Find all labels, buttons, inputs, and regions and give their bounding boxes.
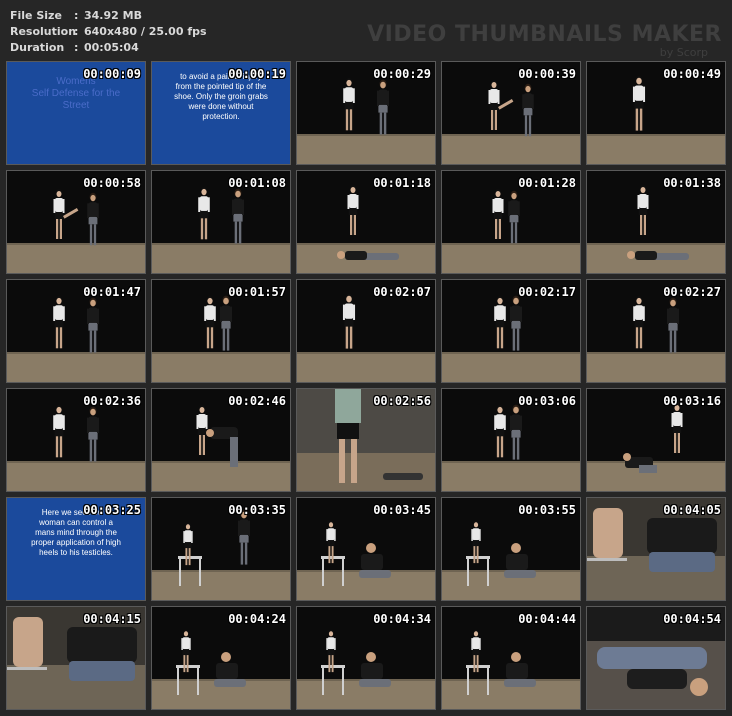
info-label: File Size bbox=[10, 9, 62, 22]
timestamp: 00:04:15 bbox=[83, 612, 141, 626]
timestamp: 00:01:28 bbox=[518, 176, 576, 190]
info-colon: : bbox=[74, 41, 79, 54]
info-value: 00:05:04 bbox=[84, 41, 139, 54]
thumbnail[interactable]: 00:02:17 bbox=[441, 279, 581, 383]
thumbnail[interactable]: to avoid a painful injury from the pointe… bbox=[151, 61, 291, 165]
timestamp: 00:01:47 bbox=[83, 285, 141, 299]
timestamp: 00:02:27 bbox=[663, 285, 721, 299]
timestamp: 00:00:39 bbox=[518, 67, 576, 81]
thumbnail[interactable]: Here we see how a woman can control a mans… bbox=[6, 497, 146, 601]
thumbnail[interactable]: 00:02:07 bbox=[296, 279, 436, 383]
brand-subtitle: by Scorp bbox=[659, 46, 708, 59]
thumbnail[interactable]: 00:04:44 bbox=[441, 606, 581, 710]
info-colon: : bbox=[74, 9, 79, 22]
thumbnail[interactable]: 00:01:28 bbox=[441, 170, 581, 274]
timestamp: 00:03:55 bbox=[518, 503, 576, 517]
timestamp: 00:02:46 bbox=[228, 394, 286, 408]
timestamp: 00:03:25 bbox=[83, 503, 141, 517]
brand-title: VIDEO THUMBNAILS MAKER bbox=[367, 22, 722, 47]
timestamp: 00:00:29 bbox=[373, 67, 431, 81]
timestamp: 00:04:44 bbox=[518, 612, 576, 626]
thumbnail[interactable]: 00:04:24 bbox=[151, 606, 291, 710]
thumbnail[interactable]: 00:00:58 bbox=[6, 170, 146, 274]
timestamp: 00:01:08 bbox=[228, 176, 286, 190]
info-value: 640x480 / 25.00 fps bbox=[84, 25, 207, 38]
timestamp: 00:02:36 bbox=[83, 394, 141, 408]
timestamp: 00:02:17 bbox=[518, 285, 576, 299]
timestamp: 00:03:16 bbox=[663, 394, 721, 408]
info-value: 34.92 MB bbox=[84, 9, 142, 22]
timestamp: 00:04:34 bbox=[373, 612, 431, 626]
info-resolution: Resolution: 640x480 / 25.00 fps bbox=[10, 25, 207, 41]
thumbnail[interactable]: 00:02:56 bbox=[296, 388, 436, 492]
timestamp: 00:03:06 bbox=[518, 394, 576, 408]
thumbnail[interactable]: 00:01:47 bbox=[6, 279, 146, 383]
timestamp: 00:03:35 bbox=[228, 503, 286, 517]
timestamp: 00:01:18 bbox=[373, 176, 431, 190]
thumbnail[interactable]: 00:04:05 bbox=[586, 497, 726, 601]
thumbnail[interactable]: 00:02:36 bbox=[6, 388, 146, 492]
timestamp: 00:02:07 bbox=[373, 285, 431, 299]
thumbnail[interactable]: 00:03:55 bbox=[441, 497, 581, 601]
thumbnail[interactable]: 00:00:49 bbox=[586, 61, 726, 165]
title-card-heading: Womens Self Defense for the Street bbox=[31, 76, 121, 111]
info-file-size: File Size:34.92 MB bbox=[10, 9, 142, 25]
thumbnail[interactable]: 00:01:18 bbox=[296, 170, 436, 274]
thumbnail[interactable]: 00:03:35 bbox=[151, 497, 291, 601]
timestamp: 00:00:19 bbox=[228, 67, 286, 81]
thumbnail[interactable]: 00:00:39 bbox=[441, 61, 581, 165]
timestamp: 00:01:57 bbox=[228, 285, 286, 299]
thumbnail[interactable]: 00:04:34 bbox=[296, 606, 436, 710]
timestamp: 00:03:45 bbox=[373, 503, 431, 517]
thumbnail[interactable]: Womens Self Defense for the Street 00:00:09 bbox=[6, 61, 146, 165]
timestamp: 00:02:56 bbox=[373, 394, 431, 408]
thumbnail[interactable]: 00:04:15 bbox=[6, 606, 146, 710]
thumbnail[interactable]: 00:02:46 bbox=[151, 388, 291, 492]
thumbnail[interactable]: 00:04:54 bbox=[586, 606, 726, 710]
timestamp: 00:00:58 bbox=[83, 176, 141, 190]
header: File Size:34.92 MB Resolution: 640x480 / … bbox=[0, 0, 732, 59]
timestamp: 00:04:05 bbox=[663, 503, 721, 517]
thumbnail[interactable]: 00:01:08 bbox=[151, 170, 291, 274]
thumbnail[interactable]: 00:03:06 bbox=[441, 388, 581, 492]
info-duration: Duration:00:05:04 bbox=[10, 41, 139, 57]
thumbnail[interactable]: 00:03:45 bbox=[296, 497, 436, 601]
info-label: Duration bbox=[10, 41, 65, 54]
timestamp: 00:00:09 bbox=[83, 67, 141, 81]
timestamp: 00:04:24 bbox=[228, 612, 286, 626]
thumbnail[interactable]: 00:03:16 bbox=[586, 388, 726, 492]
info-colon: : bbox=[74, 25, 79, 38]
thumbnail[interactable]: 00:00:29 bbox=[296, 61, 436, 165]
info-label: Resolution bbox=[10, 25, 77, 38]
thumbnail[interactable]: 00:01:38 bbox=[586, 170, 726, 274]
timestamp: 00:04:54 bbox=[663, 612, 721, 626]
thumbnail[interactable]: 00:01:57 bbox=[151, 279, 291, 383]
timestamp: 00:00:49 bbox=[663, 67, 721, 81]
timestamp: 00:01:38 bbox=[663, 176, 721, 190]
thumbnail[interactable]: 00:02:27 bbox=[586, 279, 726, 383]
